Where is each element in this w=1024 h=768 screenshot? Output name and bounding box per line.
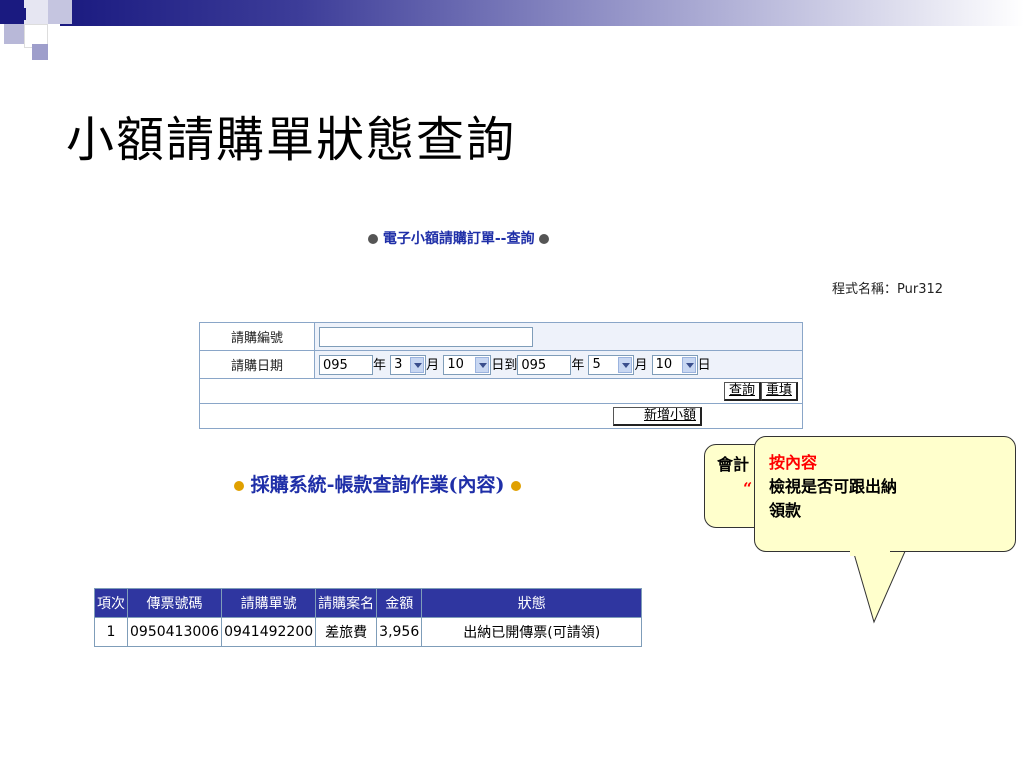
date-cell: 095 年 3月 10 日到 095 年 5月 10 日 [314,350,803,379]
subtitle: 採購系統-帳款查詢作業(內容) [234,470,522,497]
slide-title: 小額請購單狀態查詢 [66,112,517,168]
app-title: 電子小額請購訂單--查詢 [368,228,550,248]
from-year-input[interactable]: 095 [319,355,373,376]
request-no-input[interactable] [319,326,533,347]
callout-highlight: 按內容 [769,453,818,472]
column-header: 請購單號 [221,588,317,618]
program-name: 程式名稱：Pur312 [832,282,944,297]
subtitle-text: 採購系統-帳款查詢作業(內容) [250,474,505,496]
callout-tail-joint [850,550,890,556]
request-no-cell [314,322,803,351]
decor-square [14,8,26,20]
year-unit: 年 [373,357,387,373]
decor-square [4,24,24,44]
column-header: 請購案名 [315,588,378,618]
callout-front: 按內容 檢視是否可跟出納 領款 [754,436,1016,552]
request-no-label: 請購編號 [199,322,315,351]
column-header: 傳票號碼 [126,588,223,618]
month-unit: 月 [426,357,440,373]
reset-button[interactable]: 重填 [760,381,798,401]
day-unit: 日 [697,357,711,373]
query-button[interactable]: 查詢 [723,381,761,401]
table-cell: 0941492200 [221,617,317,647]
from-month-select[interactable]: 3 [390,355,427,376]
callout-text-line2: 領款 [769,501,802,520]
add-button[interactable]: 新增小額 [612,406,702,426]
chevron-down-icon [410,357,425,374]
table-cell: 出納已開傳票(可請領) [421,617,643,647]
chevron-down-icon [618,357,633,374]
gear-icon [234,481,244,491]
app-title-text: 電子小額請購訂單--查詢 [382,231,535,247]
table-row[interactable]: 1 0950413006 0941492200 差旅費 3,956 出納已開傳票… [94,617,643,647]
table-cell: 1 [94,617,128,647]
table-cell: 0950413006 [126,617,223,647]
gear-icon [511,481,522,491]
callout-text-line1: 檢視是否可跟出納 [769,477,898,496]
to-month-value: 5 [592,357,601,373]
date-label: 請購日期 [199,350,315,379]
to-year-input[interactable]: 095 [517,355,572,376]
decor-square [24,0,48,24]
chevron-down-icon [681,357,696,374]
from-day-select[interactable]: 10 [443,355,492,376]
header-bar [60,0,1024,26]
to-month-select[interactable]: 5 [588,355,635,376]
table-cell: 3,956 [376,617,423,647]
query-form: 請購編號 請購日期 095 年 3月 10 日到 095 年 5月 10 日 查詢 重填 新… [199,322,803,429]
decor-square [32,44,48,60]
gear-icon [368,234,378,244]
column-header: 狀態 [421,588,643,618]
results-table: 項次 傳票號碼 請購單號 請購案名 金額 狀態 1 0950413006 094… [94,588,643,647]
table-header-row: 項次 傳票號碼 請購單號 請購案名 金額 狀態 [94,588,643,618]
gear-icon [539,234,550,244]
action-row: 查詢 重填 [199,378,803,404]
from-month-value: 3 [394,357,403,373]
decor-square [48,0,72,24]
table-cell: 差旅費 [315,617,378,647]
column-header: 金額 [376,588,423,618]
day-to-unit: 日到 [491,357,518,373]
chevron-down-icon [475,357,490,374]
year-unit: 年 [571,357,585,373]
column-header: 項次 [94,588,128,618]
from-day-value: 10 [447,357,464,373]
add-row: 新增小額 [199,403,803,429]
month-unit: 月 [634,357,648,373]
to-day-value: 10 [655,357,673,373]
to-day-select[interactable]: 10 [651,355,698,376]
